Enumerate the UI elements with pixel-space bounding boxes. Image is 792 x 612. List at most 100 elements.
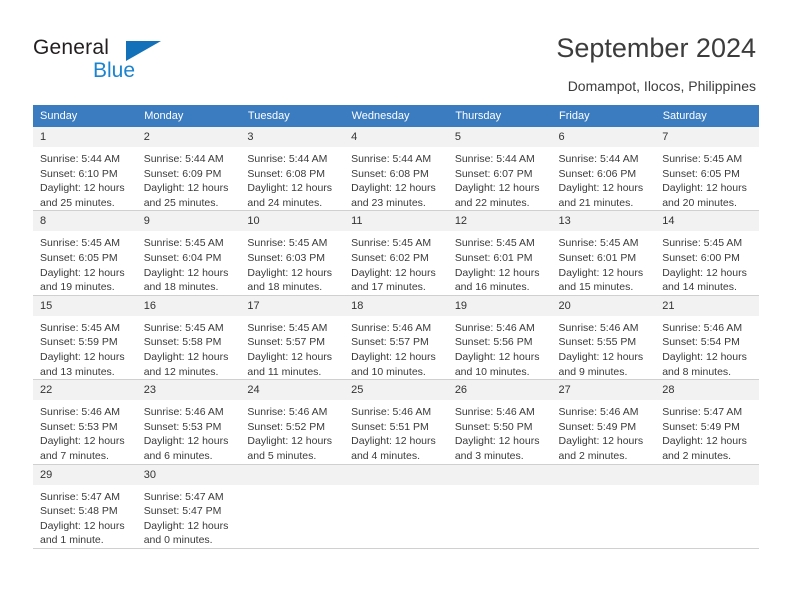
sunset-text: Sunset: 6:01 PM — [454, 251, 533, 264]
calendar-day-cell[interactable]: 9 Sunrise: 5:45 AM Sunset: 6:04 PM Daylight… — [136, 210, 241, 296]
day-details: Sunrise: 5:46 AM Sunset: 5:53 PM Daylight:… — [33, 400, 137, 463]
day-number: 28 — [655, 380, 759, 401]
daylight-text-line1: Daylight: 12 hours — [40, 266, 125, 279]
day-details — [344, 485, 448, 490]
calendar-day-cell[interactable]: 26 Sunrise: 5:46 AM Sunset: 5:50 PM Dayligh… — [447, 379, 552, 465]
calendar-day-cell[interactable]: 30 Sunrise: 5:47 AM Sunset: 5:47 PM Dayligh… — [136, 464, 241, 549]
daylight-text-line2: and 23 minutes. — [351, 196, 426, 209]
day-details: Sunrise: 5:44 AM Sunset: 6:09 PM Daylight:… — [137, 147, 241, 210]
calendar-day-cell[interactable]: 25 Sunrise: 5:46 AM Sunset: 5:51 PM Dayligh… — [344, 379, 448, 465]
calendar-day-cell[interactable]: 19 Sunrise: 5:46 AM Sunset: 5:56 PM Dayligh… — [447, 295, 552, 381]
daylight-text-line2: and 22 minutes. — [454, 196, 530, 209]
day-number: 1 — [33, 127, 137, 147]
day-details: Sunrise: 5:47 AM Sunset: 5:47 PM Daylight:… — [137, 485, 241, 548]
day-details: Sunrise: 5:46 AM Sunset: 5:50 PM Daylight:… — [448, 400, 552, 463]
sunrise-text: Sunrise: 5:46 AM — [247, 406, 328, 419]
day-number: 20 — [551, 295, 656, 316]
calendar-week-row: 22 Sunrise: 5:46 AM Sunset: 5:53 PM Dayligh… — [33, 379, 759, 465]
calendar-day-cell[interactable]: 11 Sunrise: 5:45 AM Sunset: 6:02 PM Dayligh… — [344, 210, 448, 296]
sunset-text: Sunset: 5:53 PM — [40, 420, 118, 433]
calendar-day-cell[interactable]: 13 Sunrise: 5:45 AM Sunset: 6:01 PM Dayligh… — [551, 210, 656, 296]
calendar-day-cell[interactable]: 1 Sunrise: 5:44 AM Sunset: 6:10 PM Daylight… — [33, 127, 137, 212]
calendar-day-cell[interactable]: 17 Sunrise: 5:45 AM Sunset: 5:57 PM Dayligh… — [240, 295, 345, 381]
day-number: 21 — [655, 295, 759, 316]
day-details — [552, 485, 656, 490]
sunrise-text: Sunrise: 5:44 AM — [454, 153, 535, 165]
day-details: Sunrise: 5:46 AM Sunset: 5:53 PM Daylight:… — [137, 400, 241, 463]
calendar-week-row: 29 Sunrise: 5:47 AM Sunset: 5:48 PM Dayligh… — [33, 464, 759, 549]
calendar-day-cell[interactable]: 20 Sunrise: 5:46 AM Sunset: 5:55 PM Dayligh… — [551, 295, 656, 381]
weekday-header-friday: Friday — [551, 105, 656, 127]
sunrise-text: Sunrise: 5:44 AM — [247, 153, 328, 165]
sunrise-text: Sunrise: 5:45 AM — [143, 321, 224, 334]
sunset-text: Sunset: 6:08 PM — [247, 167, 326, 180]
sunset-text: Sunset: 6:09 PM — [143, 167, 222, 180]
day-number: 10 — [240, 211, 345, 232]
sunset-text: Sunset: 5:55 PM — [558, 336, 637, 349]
page-header: General Blue September 2024 Domampot, Il… — [0, 0, 792, 100]
calendar-day-cell[interactable]: 3 Sunrise: 5:44 AM Sunset: 6:08 PM Daylight… — [240, 127, 345, 212]
calendar-page: General Blue September 2024 Domampot, Il… — [0, 0, 792, 612]
daylight-text-line1: Daylight: 12 hours — [40, 182, 125, 195]
sunset-text: Sunset: 6:03 PM — [247, 251, 326, 264]
day-number: 22 — [33, 380, 137, 401]
weekday-header-thursday: Thursday — [447, 105, 553, 127]
calendar-day-cell[interactable]: 14 Sunrise: 5:45 AM Sunset: 6:00 PM Dayligh… — [655, 210, 759, 296]
calendar-day-cell[interactable]: 7 Sunrise: 5:45 AM Sunset: 6:05 PM Daylight… — [655, 127, 759, 212]
day-details: Sunrise: 5:45 AM Sunset: 6:04 PM Daylight:… — [137, 231, 241, 294]
sunset-text: Sunset: 5:50 PM — [454, 420, 533, 433]
calendar-day-cell[interactable]: 28 Sunrise: 5:47 AM Sunset: 5:49 PM Dayligh… — [655, 379, 759, 465]
day-number: 25 — [344, 380, 448, 401]
day-details — [448, 485, 552, 490]
daylight-text-line1: Daylight: 12 hours — [558, 182, 644, 195]
calendar-day-cell[interactable]: 10 Sunrise: 5:45 AM Sunset: 6:03 PM Dayligh… — [240, 210, 345, 296]
daylight-text-line1: Daylight: 12 hours — [454, 350, 540, 363]
sunset-text: Sunset: 5:49 PM — [558, 420, 637, 433]
daylight-text-line1: Daylight: 12 hours — [454, 182, 540, 195]
calendar-day-cell[interactable]: 5 Sunrise: 5:44 AM Sunset: 6:07 PM Daylight… — [447, 127, 552, 212]
sunset-text: Sunset: 6:02 PM — [351, 251, 429, 264]
daylight-text-line1: Daylight: 12 hours — [454, 435, 540, 448]
daylight-text-line2: and 8 minutes. — [662, 365, 732, 378]
day-details: Sunrise: 5:45 AM Sunset: 6:05 PM Daylight:… — [655, 147, 759, 210]
day-number: 26 — [447, 380, 552, 401]
calendar-day-cell[interactable]: 4 Sunrise: 5:44 AM Sunset: 6:08 PM Daylight… — [344, 127, 448, 212]
calendar-day-cell[interactable]: 15 Sunrise: 5:45 AM Sunset: 5:59 PM Dayligh… — [33, 295, 137, 381]
daylight-text-line1: Daylight: 12 hours — [247, 435, 333, 448]
sunset-text: Sunset: 6:05 PM — [662, 167, 740, 180]
sunrise-text: Sunrise: 5:45 AM — [247, 321, 328, 334]
weekday-header-monday: Monday — [136, 105, 241, 127]
day-number: 7 — [655, 127, 759, 147]
day-number: 3 — [240, 127, 345, 147]
sunset-text: Sunset: 5:59 PM — [40, 336, 118, 349]
calendar-day-cell[interactable]: 2 Sunrise: 5:44 AM Sunset: 6:09 PM Daylight… — [136, 127, 241, 212]
daylight-text-line1: Daylight: 12 hours — [351, 266, 436, 279]
sunset-text: Sunset: 6:10 PM — [40, 167, 118, 180]
calendar-day-cell[interactable]: 12 Sunrise: 5:45 AM Sunset: 6:01 PM Dayligh… — [447, 210, 552, 296]
day-details: Sunrise: 5:46 AM Sunset: 5:56 PM Daylight:… — [448, 316, 552, 379]
calendar-day-cell[interactable]: 29 Sunrise: 5:47 AM Sunset: 5:48 PM Dayligh… — [33, 464, 137, 549]
calendar-day-cell[interactable]: 27 Sunrise: 5:46 AM Sunset: 5:49 PM Dayligh… — [551, 379, 656, 465]
calendar-day-cell[interactable]: 16 Sunrise: 5:45 AM Sunset: 5:58 PM Dayligh… — [136, 295, 241, 381]
day-number: 13 — [551, 211, 656, 232]
daylight-text-line1: Daylight: 12 hours — [143, 350, 229, 363]
daylight-text-line2: and 0 minutes. — [143, 534, 213, 547]
sunrise-text: Sunrise: 5:45 AM — [351, 237, 432, 250]
calendar-day-cell[interactable]: 18 Sunrise: 5:46 AM Sunset: 5:57 PM Dayligh… — [344, 295, 448, 381]
calendar-day-cell[interactable]: 6 Sunrise: 5:44 AM Sunset: 6:06 PM Daylight… — [551, 127, 656, 212]
day-details: Sunrise: 5:47 AM Sunset: 5:49 PM Daylight:… — [655, 400, 759, 463]
calendar-day-cell[interactable]: 22 Sunrise: 5:46 AM Sunset: 5:53 PM Dayligh… — [33, 379, 137, 465]
day-number: 16 — [136, 295, 241, 316]
day-number: 5 — [447, 127, 552, 147]
sunrise-text: Sunrise: 5:45 AM — [662, 153, 743, 165]
calendar-day-cell[interactable]: 21 Sunrise: 5:46 AM Sunset: 5:54 PM Dayligh… — [655, 295, 759, 381]
daylight-text-line2: and 13 minutes. — [40, 365, 115, 378]
calendar-day-cell[interactable]: 8 Sunrise: 5:45 AM Sunset: 6:05 PM Daylight… — [33, 210, 137, 296]
calendar-day-cell[interactable]: 24 Sunrise: 5:46 AM Sunset: 5:52 PM Dayligh… — [240, 379, 345, 465]
day-details: Sunrise: 5:45 AM Sunset: 6:01 PM Daylight:… — [448, 231, 552, 294]
sunrise-text: Sunrise: 5:45 AM — [143, 237, 224, 250]
day-number: 15 — [33, 295, 137, 316]
calendar-day-cell[interactable]: 23 Sunrise: 5:46 AM Sunset: 5:53 PM Dayligh… — [136, 379, 241, 465]
day-number: 6 — [551, 127, 656, 147]
triangle-icon — [126, 41, 161, 61]
